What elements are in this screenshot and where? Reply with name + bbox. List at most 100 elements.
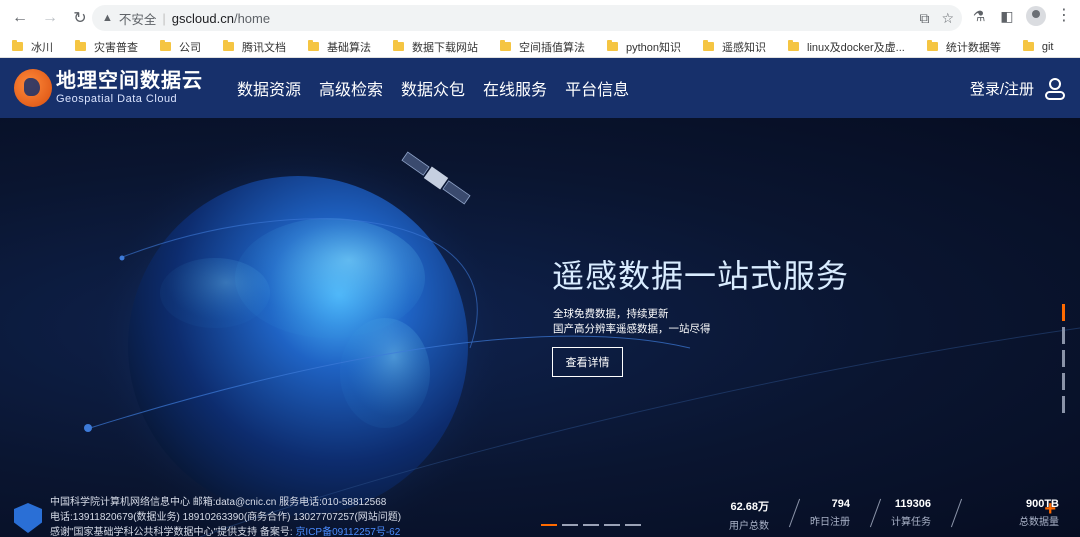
bookmark-item[interactable]: 冰川	[12, 39, 53, 55]
logo-subtitle: Geospatial Data Cloud	[56, 93, 178, 105]
stat-label: 昨日注册	[810, 517, 850, 528]
bookmark-label: linux及docker及虚...	[807, 41, 905, 54]
folder-icon	[607, 40, 618, 51]
folder-icon	[500, 40, 511, 51]
bookmark-label: 公司	[179, 41, 201, 54]
bookmark-item[interactable]: 空间插值算法	[500, 39, 585, 55]
share-icon[interactable]: ⧉	[919, 10, 929, 27]
stat-value: 119306	[894, 498, 931, 510]
stat-divider	[950, 498, 963, 528]
star-icon[interactable]: ☆	[941, 10, 954, 27]
bookmark-item[interactable]: 基础算法	[308, 39, 371, 55]
footer-line-3: 感谢"国家基础学科公共科学数据中心"提供支持 备案号: 京ICP备0911225…	[50, 525, 401, 537]
logo-title: 地理空间数据云	[56, 70, 203, 92]
side-dot[interactable]	[1062, 327, 1065, 344]
bookmark-label: 冰川	[31, 41, 53, 54]
bookmark-item[interactable]: linux及docker及虚...	[788, 39, 905, 55]
stat-label: 计算任务	[891, 517, 931, 528]
warning-icon: ▲	[102, 12, 113, 24]
login-register-link[interactable]: 登录/注册	[970, 78, 1034, 99]
side-panel-icon[interactable]: ◧	[998, 7, 1016, 25]
globe-illustration	[84, 128, 1080, 537]
folder-icon	[223, 40, 234, 51]
footer-line-1: 中国科学院计算机网络信息中心 邮箱:data@cnic.cn 服务电话:010-…	[50, 497, 387, 508]
stat-divider	[869, 498, 882, 528]
folder-icon	[160, 40, 171, 51]
folder-icon	[1022, 40, 1034, 51]
bookmark-label: 空间插值算法	[519, 41, 585, 54]
nav-item-data-resources[interactable]: 数据资源	[237, 76, 301, 100]
bookmark-item[interactable]: 统计数据等	[926, 39, 1001, 55]
stat-value: 62.68万	[730, 501, 769, 513]
side-dot[interactable]	[1062, 373, 1065, 390]
flask-icon[interactable]: ⚗	[970, 7, 988, 25]
plus-icon[interactable]: +	[1044, 498, 1056, 521]
site-logo[interactable]: 地理空间数据云 Geospatial Data Cloud	[14, 69, 203, 107]
forward-icon[interactable]: →	[38, 6, 62, 30]
nav-item-platform-info[interactable]: 平台信息	[565, 76, 629, 100]
bookmark-label: 基础算法	[327, 41, 371, 54]
url-path: /home	[233, 10, 271, 26]
stat-divider	[788, 498, 801, 528]
footer-contact-info: 中国科学院计算机网络信息中心 邮箱:data@cnic.cn 服务电话:010-…	[50, 495, 401, 537]
folder-icon	[393, 40, 404, 51]
stat-tasks: 119306 计算任务	[888, 498, 969, 532]
side-dot[interactable]	[1062, 350, 1065, 367]
reload-icon[interactable]: ↻	[68, 6, 92, 30]
stat-value: 794	[831, 498, 850, 510]
bookmark-item[interactable]: python知识	[607, 39, 681, 55]
stat-registrations: 794 昨日注册	[807, 498, 888, 532]
site-header: 地理空间数据云 Geospatial Data Cloud 数据资源 高级检索 …	[0, 58, 1080, 118]
side-dot[interactable]	[1062, 396, 1065, 413]
view-details-button[interactable]: 查看详情	[552, 347, 623, 377]
folder-icon	[926, 40, 938, 51]
menu-dots-icon[interactable]: ⋮	[1056, 8, 1072, 24]
slide-dot[interactable]	[562, 524, 578, 526]
nav-item-online-services[interactable]: 在线服务	[483, 76, 547, 100]
nav-item-crowdsourcing[interactable]: 数据众包	[401, 76, 465, 100]
slide-pagination	[541, 524, 641, 526]
stat-label: 用户总数	[729, 521, 769, 532]
footer-thanks: 感谢"国家基础学科公共科学数据中心"提供支持 备案号:	[50, 527, 296, 537]
slide-dot[interactable]	[541, 524, 557, 526]
folder-icon	[75, 40, 86, 51]
url-domain: gscloud.cn	[171, 10, 234, 26]
bookmark-label: 灾害普查	[94, 41, 138, 54]
side-dot[interactable]	[1062, 304, 1065, 321]
bookmark-item[interactable]: git	[1022, 40, 1054, 53]
bookmark-item[interactable]: 公司	[160, 39, 201, 55]
folder-icon	[703, 40, 715, 51]
nav-item-advanced-search[interactable]: 高级检索	[319, 76, 383, 100]
folder-icon	[308, 40, 319, 51]
stat-users: 62.68万 用户总数	[726, 498, 807, 532]
bookmark-item[interactable]: 数据下载网站	[393, 39, 478, 55]
profile-icon[interactable]	[1026, 6, 1046, 26]
slide-dot[interactable]	[604, 524, 620, 526]
address-bar[interactable]: ▲ 不安全 | gscloud.cn/home ⧉ ☆	[92, 5, 962, 31]
bookmark-label: 统计数据等	[945, 41, 1001, 54]
folder-icon	[12, 40, 23, 51]
bookmark-label: git	[1041, 40, 1054, 53]
side-pagination	[1062, 304, 1065, 419]
footer-line-2: 电话:13911820679(数据业务) 18910263390(商务合作) 1…	[50, 512, 402, 523]
main-nav: 数据资源 高级检索 数据众包 在线服务 平台信息	[237, 76, 629, 100]
bookmark-label: 腾讯文档	[242, 41, 286, 54]
address-separator: |	[162, 10, 166, 26]
bookmark-label: 数据下载网站	[412, 41, 478, 54]
bookmarks-bar: 冰川 灾害普查 公司 腾讯文档 基础算法 数据下载网站 空间插值算法 python知识 遥感知识…	[0, 36, 1080, 58]
bookmark-label: 遥感知识	[722, 41, 767, 54]
user-icon[interactable]	[1044, 77, 1066, 101]
hero-banner: 遥感数据一站式服务 全球免费数据，持续更新 国产高分辨率遥感数据，一站尽得 查看…	[0, 118, 1080, 537]
globe-logo-icon	[14, 69, 52, 107]
bookmark-label: python知识	[626, 41, 682, 54]
back-icon[interactable]: ←	[8, 6, 32, 30]
hero-subtitle-2: 国产高分辨率遥感数据，一站尽得	[553, 323, 711, 335]
icp-link[interactable]: 京ICP备09112257号-62	[295, 527, 400, 537]
slide-dot[interactable]	[625, 524, 641, 526]
bookmark-item[interactable]: 腾讯文档	[223, 39, 286, 55]
bookmark-item[interactable]: 灾害普查	[75, 39, 138, 55]
bookmark-item[interactable]: 遥感知识	[703, 39, 766, 55]
security-label: 不安全	[118, 12, 157, 27]
browser-toolbar: ← → ↻ ▲ 不安全 | gscloud.cn/home ⧉ ☆ ⚗ ◧ ⋮	[0, 0, 1080, 36]
slide-dot[interactable]	[583, 524, 599, 526]
